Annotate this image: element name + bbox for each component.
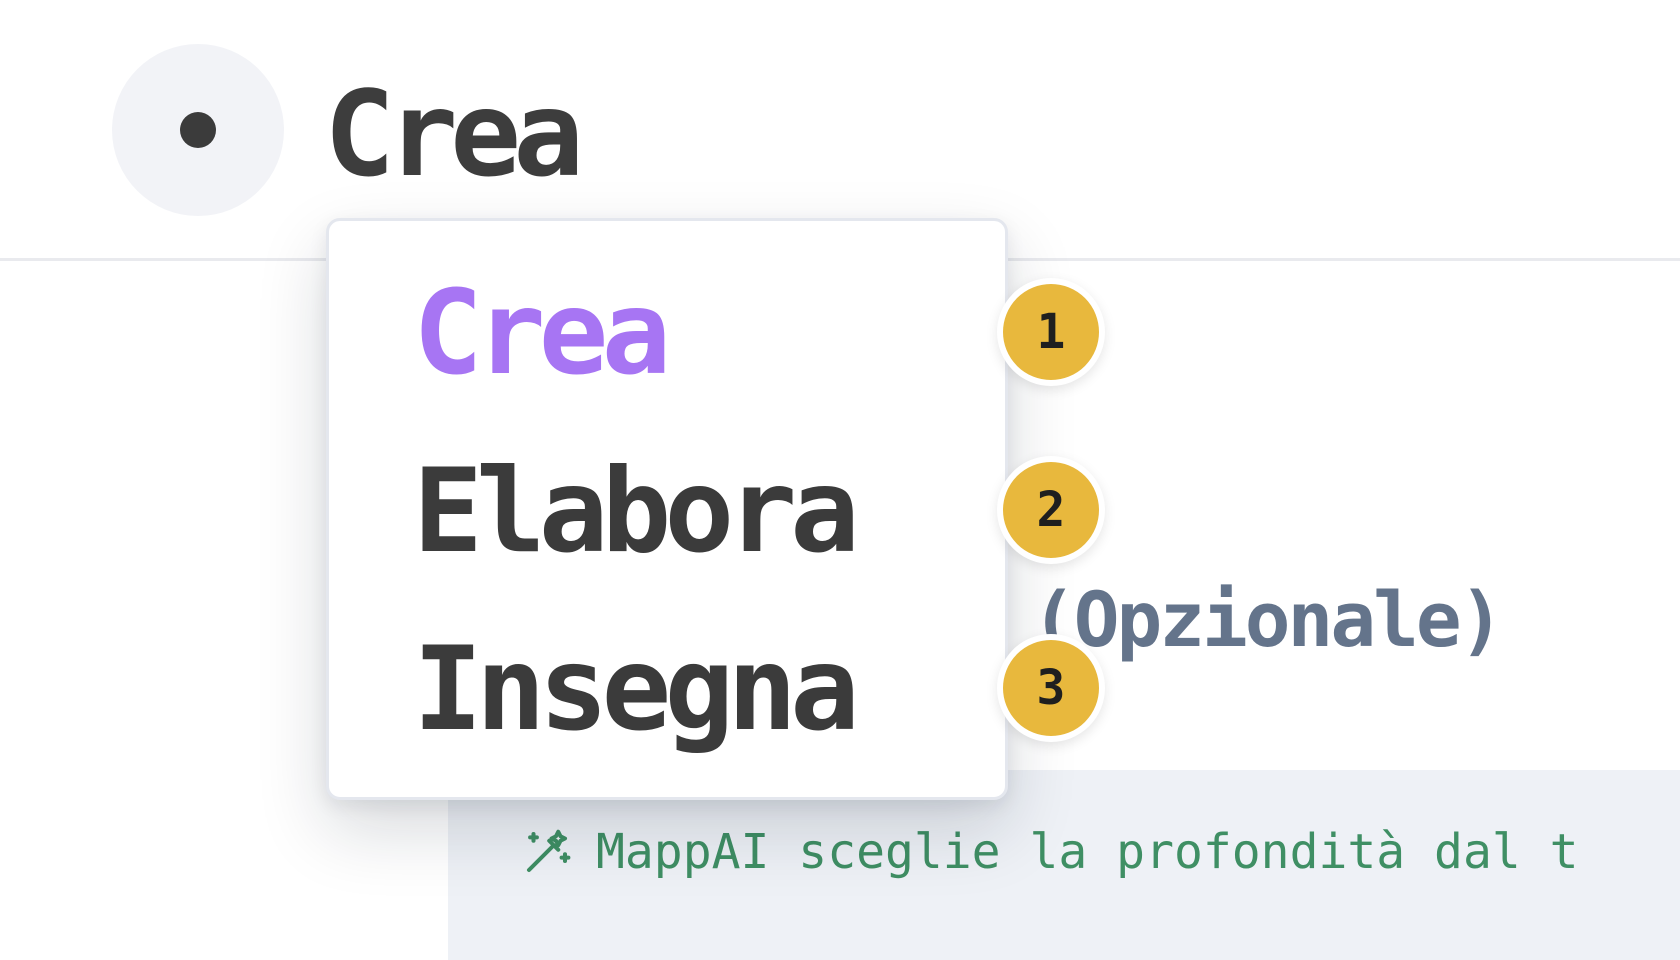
mode-dropdown-menu: Crea Elabora Insegna <box>326 218 1008 800</box>
mode-avatar[interactable] <box>112 44 284 216</box>
menu-item-crea[interactable]: Crea <box>413 269 671 399</box>
info-message-text: MappAI sceglie la profondità dal t <box>596 824 1579 880</box>
number-badge-2: 2 <box>997 456 1105 564</box>
menu-item-elabora[interactable]: Elabora <box>413 447 860 577</box>
mode-selector-title[interactable]: Crea <box>324 64 584 204</box>
number-badge-3: 3 <box>997 634 1105 742</box>
info-message: MappAI sceglie la profondità dal t <box>520 822 1579 882</box>
menu-item-insegna[interactable]: Insegna <box>413 625 860 755</box>
dot-icon <box>180 112 216 148</box>
magic-wand-icon <box>520 825 574 879</box>
number-badge-1: 1 <box>997 278 1105 386</box>
